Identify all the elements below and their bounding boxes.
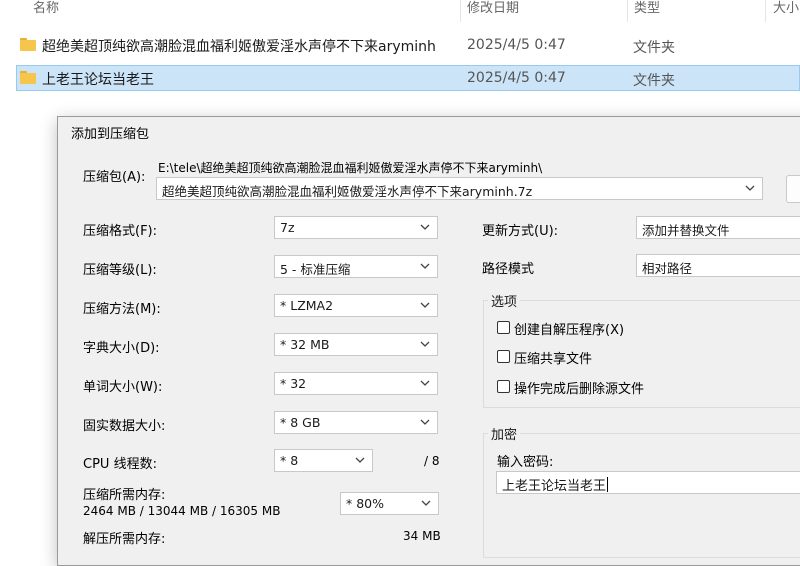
memory-usage-select[interactable]: * 80% xyxy=(340,492,439,515)
folder-icon xyxy=(20,71,36,84)
word-size-value: * 32 xyxy=(280,376,307,391)
folder-icon xyxy=(20,38,36,51)
cpu-threads-value: * 8 xyxy=(280,453,299,468)
memory-decompress-label: 解压所需内存: xyxy=(83,532,166,547)
delete-after-checkbox[interactable] xyxy=(497,380,510,393)
password-input-value: 上老王论坛当老王 xyxy=(502,477,609,494)
update-mode-select[interactable]: 添加并替换文件 xyxy=(636,216,800,239)
file-type: 文件夹 xyxy=(633,40,675,56)
memory-decompress-value: 34 MB xyxy=(403,529,441,543)
chevron-down-icon[interactable] xyxy=(353,453,367,467)
chevron-down-icon[interactable] xyxy=(418,259,432,273)
solid-block-select[interactable]: * 8 GB xyxy=(274,411,438,434)
password-input[interactable]: 上老王论坛当老王 xyxy=(496,471,800,494)
browse-button[interactable] xyxy=(786,175,800,203)
file-date: 2025/4/5 0:47 xyxy=(467,37,566,53)
cpu-threads-label: CPU 线程数: xyxy=(83,457,157,472)
level-value: 5 - 标准压缩 xyxy=(280,262,351,277)
chevron-down-icon[interactable] xyxy=(418,220,432,234)
column-separator[interactable] xyxy=(460,0,461,22)
chevron-down-icon[interactable] xyxy=(418,298,432,312)
text-caret xyxy=(607,477,609,492)
options-group-title: 选项 xyxy=(488,291,521,310)
delete-after-checkbox-label[interactable]: 操作完成后删除源文件 xyxy=(514,378,644,397)
update-mode-value: 添加并替换文件 xyxy=(642,223,730,238)
archive-name-combo[interactable]: 超绝美超顶纯欲高潮脸混血福利姬傲爱淫水声停不下来aryminh.7z xyxy=(156,177,763,200)
update-mode-label: 更新方式(U): xyxy=(482,224,559,239)
chevron-down-icon[interactable] xyxy=(418,376,432,390)
solid-block-label: 固实数据大小: xyxy=(83,419,166,434)
chevron-down-icon[interactable] xyxy=(743,181,757,195)
cpu-threads-select[interactable]: * 8 xyxy=(274,449,373,472)
format-value: 7z xyxy=(280,220,295,235)
word-size-label: 单词大小(W): xyxy=(83,380,163,395)
method-label: 压缩方法(M): xyxy=(83,302,161,317)
memory-compress-label: 压缩所需内存: xyxy=(83,488,166,503)
memory-usage-value: * 80% xyxy=(346,496,385,511)
path-mode-label: 路径模式 xyxy=(482,262,535,277)
shared-files-checkbox[interactable] xyxy=(497,350,510,363)
path-mode-value: 相对路径 xyxy=(642,261,693,276)
cpu-threads-total: / 8 xyxy=(424,454,440,468)
column-header-type[interactable]: 类型 xyxy=(634,0,660,22)
column-header-date[interactable]: 修改日期 xyxy=(467,0,519,22)
format-select[interactable]: 7z xyxy=(274,216,438,239)
chevron-down-icon[interactable] xyxy=(418,337,432,351)
archive-label: 压缩包(A): xyxy=(83,170,146,185)
chevron-down-icon[interactable] xyxy=(418,415,432,429)
file-row[interactable]: 超绝美超顶纯欲高潮脸混血福利姬傲爱淫水声停不下来aryminh 2025/4/5… xyxy=(16,32,800,58)
sfx-checkbox[interactable] xyxy=(497,321,510,334)
add-to-archive-dialog: 添加到压缩包 压缩包(A): E:\tele\超绝美超顶纯欲高潮脸混血福利姬傲爱… xyxy=(57,116,800,566)
level-select[interactable]: 5 - 标准压缩 xyxy=(274,255,438,278)
encryption-group-title: 加密 xyxy=(488,424,521,443)
column-separator[interactable] xyxy=(627,0,628,22)
dialog-title: 添加到压缩包 xyxy=(71,127,150,142)
column-separator[interactable] xyxy=(765,0,766,22)
column-header-size[interactable]: 大小 xyxy=(773,0,799,22)
sfx-checkbox-label[interactable]: 创建自解压程序(X) xyxy=(514,319,624,338)
method-value: * LZMA2 xyxy=(280,298,334,313)
format-label: 压缩格式(F): xyxy=(83,224,158,239)
archive-name-value: 超绝美超顶纯欲高潮脸混血福利姬傲爱淫水声停不下来aryminh.7z xyxy=(162,184,533,199)
file-name: 上老王论坛当老王 xyxy=(42,72,154,88)
file-row-selected[interactable]: 上老王论坛当老王 2025/4/5 0:47 文件夹 xyxy=(16,65,800,91)
file-type: 文件夹 xyxy=(633,73,675,89)
archive-path: E:\tele\超绝美超顶纯欲高潮脸混血福利姬傲爱淫水声停不下来aryminh\ xyxy=(158,161,543,175)
memory-compress-detail: 2464 MB / 13044 MB / 16305 MB xyxy=(83,504,281,518)
word-size-select[interactable]: * 32 xyxy=(274,372,438,395)
dictionary-value: * 32 MB xyxy=(280,337,330,352)
solid-block-value: * 8 GB xyxy=(280,415,321,430)
file-date: 2025/4/5 0:47 xyxy=(467,70,566,86)
path-mode-select[interactable]: 相对路径 xyxy=(636,254,800,277)
password-label: 输入密码: xyxy=(497,455,554,470)
chevron-down-icon[interactable] xyxy=(419,496,433,510)
method-select[interactable]: * LZMA2 xyxy=(274,294,438,317)
dictionary-select[interactable]: * 32 MB xyxy=(274,333,438,356)
shared-files-checkbox-label[interactable]: 压缩共享文件 xyxy=(514,348,592,367)
dictionary-label: 字典大小(D): xyxy=(83,341,160,356)
file-name: 超绝美超顶纯欲高潮脸混血福利姬傲爱淫水声停不下来aryminh xyxy=(42,39,436,55)
column-header-name[interactable]: 名称 xyxy=(33,0,59,22)
level-label: 压缩等级(L): xyxy=(83,263,157,278)
